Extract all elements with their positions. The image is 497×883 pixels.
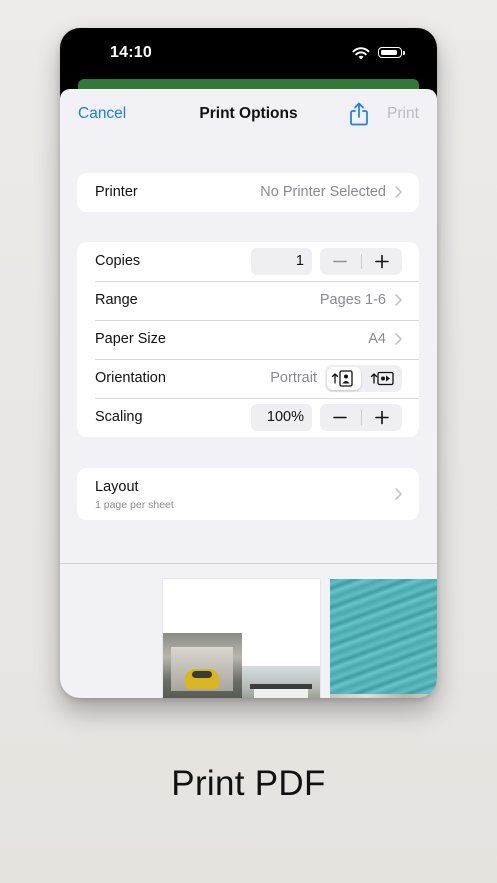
scaling-label: Scaling (95, 409, 143, 425)
paper-size-value: A4 (368, 331, 386, 347)
scaling-stepper (320, 404, 402, 431)
chevron-right-icon (395, 294, 402, 306)
landscape-icon[interactable] (366, 367, 400, 390)
printer-label: Printer (95, 184, 138, 200)
paper-size-row[interactable]: Paper Size A4 (77, 320, 419, 359)
battery-icon (378, 47, 405, 58)
share-icon[interactable] (348, 102, 370, 126)
layout-group[interactable]: Layout 1 page per sheet (77, 468, 419, 520)
page-1-thumbnail[interactable] (163, 579, 320, 698)
portrait-icon[interactable] (327, 367, 361, 390)
copies-label: Copies (95, 253, 141, 269)
garage-photo (163, 633, 242, 698)
plus-icon[interactable] (362, 404, 402, 431)
layout-label: Layout (95, 479, 139, 495)
orientation-segmented-control (325, 365, 402, 392)
orientation-label: Orientation (95, 370, 166, 386)
scaling-row: Scaling 100% (77, 398, 419, 437)
orientation-row: Orientation Portrait (77, 359, 419, 398)
caption-title: Print PDF (171, 764, 326, 803)
page-title: Print Options (199, 105, 298, 122)
wifi-icon (352, 47, 370, 60)
nav-bar: Cancel Print Options Print (60, 89, 437, 139)
chevron-right-icon (395, 488, 402, 500)
paper-size-label: Paper Size (95, 331, 166, 347)
orientation-value: Portrait (270, 370, 317, 386)
scaling-field[interactable]: 100% (251, 404, 312, 431)
print-button[interactable]: Print (387, 105, 419, 123)
range-label: Range (95, 292, 138, 308)
printer-group: Printer No Printer Selected (77, 173, 419, 212)
printer-value: No Printer Selected (260, 184, 386, 200)
copies-row: Copies 1 (77, 242, 419, 281)
minus-icon[interactable] (320, 248, 360, 275)
options-group: Copies 1 Range Pages 1-6 Paper Size A4 O… (77, 242, 419, 437)
status-time: 14:10 (110, 44, 152, 61)
print-options-sheet: Cancel Print Options Print Printer No Pr… (60, 89, 437, 698)
print-preview (60, 563, 437, 698)
copies-field[interactable]: 1 (251, 248, 312, 275)
plus-icon[interactable] (362, 248, 402, 275)
phone-frame: 14:10 Cancel Print Options Print Printer… (60, 28, 437, 698)
printer-row[interactable]: Printer No Printer Selected (77, 173, 419, 212)
range-row[interactable]: Range Pages 1-6 (77, 281, 419, 320)
house-photo (242, 666, 320, 698)
page-2-thumbnail[interactable] (330, 579, 437, 698)
range-value: Pages 1-6 (319, 292, 386, 308)
layout-sublabel: 1 page per sheet (95, 499, 174, 511)
chevron-right-icon (395, 186, 402, 198)
minus-icon[interactable] (320, 404, 360, 431)
copies-stepper (320, 248, 402, 275)
chevron-right-icon (395, 333, 402, 345)
